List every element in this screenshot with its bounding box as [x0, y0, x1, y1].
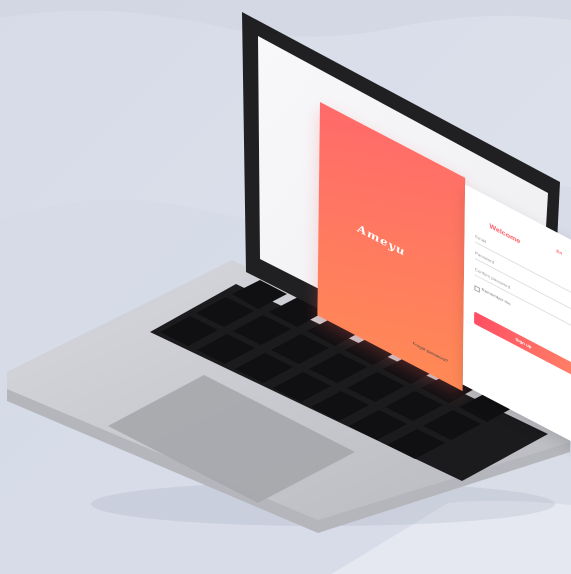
laptop-illustration: Ameyu En Welcome Email Password Confirm …	[0, 0, 571, 574]
signup-form-panel: En Welcome Email Password Confirm passwo…	[462, 184, 571, 449]
remember-checkbox[interactable]	[474, 285, 480, 293]
submit-button[interactable]: Sign up	[474, 311, 571, 376]
screen-content: Ameyu En Welcome Email Password Confirm …	[317, 102, 571, 467]
login-screen: Ameyu En Welcome Email Password Confirm …	[317, 102, 571, 467]
form-title: Welcome	[489, 221, 521, 246]
laptop-mockup-stage: Ameyu En Welcome Email Password Confirm …	[0, 0, 571, 574]
confirm-password-label: Confirm password	[474, 267, 511, 291]
hero-panel: Ameyu	[317, 102, 466, 392]
brand-logo-text: Ameyu	[357, 222, 406, 260]
language-switch[interactable]: En	[556, 249, 562, 257]
